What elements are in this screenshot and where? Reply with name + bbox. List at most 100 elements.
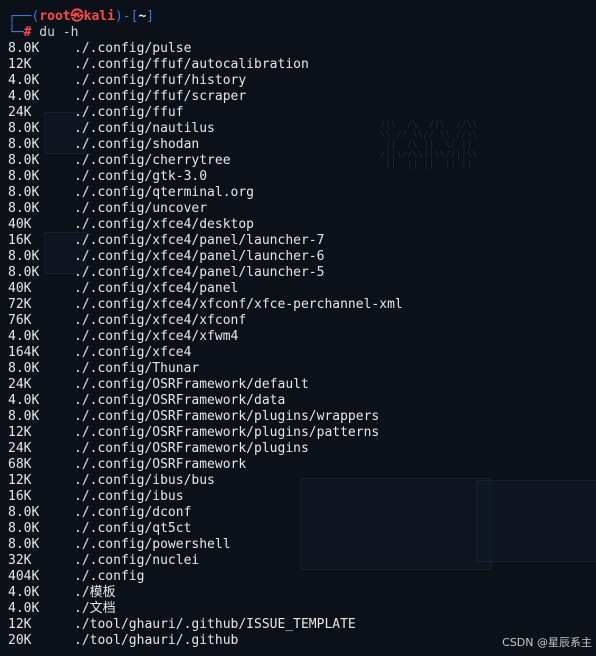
du-path: ./.config/OSRFramework/data bbox=[74, 393, 286, 408]
du-output-row: 76K ./.config/xfce4/xfconf bbox=[8, 313, 596, 329]
du-output-row: 4.0K ./.config/OSRFramework/data bbox=[8, 393, 596, 409]
du-output-row: 8.0K ./.config/cherrytree bbox=[8, 153, 596, 169]
prompt-corner: └─ bbox=[8, 25, 24, 40]
du-path: ./.config/ibus bbox=[74, 489, 184, 504]
du-output-row: 164K ./.config/xfce4 bbox=[8, 345, 596, 361]
du-path: ./.config/gtk-3.0 bbox=[74, 169, 208, 184]
du-size: 8.0K bbox=[8, 249, 40, 264]
du-path: ./.config/xfce4/xfconf/xfce-perchannel-x… bbox=[74, 297, 403, 312]
du-output-row: 12K ./tool/ghauri/.github/ISSUE_TEMPLATE bbox=[8, 617, 596, 633]
du-size: 8.0K bbox=[8, 153, 40, 168]
du-output-row: 8.0K ./.config/dconf bbox=[8, 505, 596, 521]
du-path: ./.config/xfce4/panel bbox=[74, 281, 239, 296]
du-path: ./.config/pulse bbox=[74, 41, 192, 56]
du-output-row: 4.0K ./.config/ffuf/scraper bbox=[8, 89, 596, 105]
du-path: ./.config/dconf bbox=[74, 505, 192, 520]
du-path: ./.config/Thunar bbox=[74, 361, 200, 376]
du-size: 8.0K bbox=[8, 265, 40, 280]
du-output-row: 40K ./.config/xfce4/panel bbox=[8, 281, 596, 297]
du-size: 40K bbox=[8, 217, 32, 232]
du-output-row: 12K ./.config/ibus/bus bbox=[8, 473, 596, 489]
du-output-row: 8.0K ./.config/nautilus bbox=[8, 121, 596, 137]
du-size: 24K bbox=[8, 105, 32, 120]
du-output-row: 40K ./.config/xfce4/desktop bbox=[8, 217, 596, 233]
du-path: ./.config/nuclei bbox=[74, 553, 200, 568]
du-path: ./.config/xfce4/panel/launcher-6 bbox=[74, 249, 325, 264]
du-size: 8.0K bbox=[8, 41, 40, 56]
command-text: du -h bbox=[31, 25, 79, 40]
du-path: ./.config/qt5ct bbox=[74, 521, 192, 536]
du-path: ./.config/xfce4/panel/launcher-5 bbox=[74, 265, 325, 280]
du-path: ./.config/xfce4/panel/launcher-7 bbox=[74, 233, 325, 248]
du-output-row: 8.0K ./.config/qterminal.org bbox=[8, 185, 596, 201]
du-size: 8.0K bbox=[8, 121, 40, 136]
command-line: └─# du -h bbox=[8, 25, 596, 41]
du-path: ./.config/xfce4 bbox=[74, 345, 192, 360]
du-output-row: 12K ./.config/ffuf/autocalibration bbox=[8, 57, 596, 73]
du-path: ./.config/ffuf/autocalibration bbox=[74, 57, 309, 72]
du-output-row: 8.0K ./.config/Thunar bbox=[8, 361, 596, 377]
du-output-row: 8.0K ./.config/pulse bbox=[8, 41, 596, 57]
du-path: ./.config/cherrytree bbox=[74, 153, 231, 168]
du-size: 76K bbox=[8, 313, 32, 328]
du-size: 404K bbox=[8, 569, 40, 584]
du-output-row: 8.0K ./.config/xfce4/panel/launcher-6 bbox=[8, 249, 596, 265]
du-output-row: 8.0K ./.config/uncover bbox=[8, 201, 596, 217]
du-size: 4.0K bbox=[8, 89, 40, 104]
du-path: ./.config/ibus/bus bbox=[74, 473, 215, 488]
du-path: ./.config bbox=[74, 569, 145, 584]
du-size: 32K bbox=[8, 553, 32, 568]
prompt-at-symbol: ㉿ bbox=[70, 9, 84, 24]
du-output-row: 8.0K ./.config/qt5ct bbox=[8, 521, 596, 537]
du-size: 164K bbox=[8, 345, 40, 360]
du-size: 8.0K bbox=[8, 537, 40, 552]
terminal-output: ┌──(root㉿kali)-[~] └─# du -h 8.0K ./.conf… bbox=[8, 9, 596, 649]
csdn-watermark: CSDN @星辰系主 bbox=[502, 636, 592, 649]
du-path: ./.config/OSRFramework/plugins/patterns bbox=[74, 425, 380, 440]
du-path: ./.config/OSRFramework/default bbox=[74, 377, 309, 392]
du-size: 8.0K bbox=[8, 505, 40, 520]
du-output-row: 4.0K ./.config/xfce4/xfwm4 bbox=[8, 329, 596, 345]
du-path: ./模板 bbox=[74, 585, 116, 600]
prompt-separator: )-[ bbox=[114, 9, 139, 24]
du-output-row: 24K ./.config/OSRFramework/default bbox=[8, 377, 596, 393]
du-size: 16K bbox=[8, 489, 32, 504]
du-size: 12K bbox=[8, 57, 32, 72]
du-path: ./文档 bbox=[74, 601, 116, 616]
du-output-row: 68K ./.config/OSRFramework bbox=[8, 457, 596, 473]
du-size: 4.0K bbox=[8, 329, 40, 344]
du-output-row: 24K ./.config/OSRFramework/plugins bbox=[8, 441, 596, 457]
du-path: ./.config/uncover bbox=[74, 201, 208, 216]
du-size: 8.0K bbox=[8, 185, 40, 200]
du-size: 4.0K bbox=[8, 585, 40, 600]
du-size: 4.0K bbox=[8, 601, 40, 616]
du-size: 8.0K bbox=[8, 137, 40, 152]
du-path: ./.config/powershell bbox=[74, 537, 231, 552]
du-path: ./.config/xfce4/xfconf bbox=[74, 313, 247, 328]
du-output-row: 8.0K ./.config/powershell bbox=[8, 537, 596, 553]
du-output-row: 12K ./.config/OSRFramework/plugins/patter… bbox=[8, 425, 596, 441]
prompt-user: root bbox=[39, 9, 71, 24]
du-size: 8.0K bbox=[8, 201, 40, 216]
du-path: ./.config/OSRFramework/plugins/wrappers bbox=[74, 409, 380, 424]
du-size: 16K bbox=[8, 233, 32, 248]
du-path: ./tool/ghauri/.github bbox=[74, 633, 239, 648]
du-size: 12K bbox=[8, 473, 32, 488]
du-size: 8.0K bbox=[8, 361, 40, 376]
du-output-row: 404K ./.config bbox=[8, 569, 596, 585]
du-path: ./.config/OSRFramework/plugins bbox=[74, 441, 309, 456]
du-path: ./.config/shodan bbox=[74, 137, 200, 152]
du-size: 8.0K bbox=[8, 521, 40, 536]
du-size: 68K bbox=[8, 457, 32, 472]
prompt-line: ┌──(root㉿kali)-[~] bbox=[8, 9, 596, 25]
du-size: 4.0K bbox=[8, 73, 40, 88]
du-output-row: 16K ./.config/ibus bbox=[8, 489, 596, 505]
du-output-row: 8.0K ./.config/xfce4/panel/launcher-5 bbox=[8, 265, 596, 281]
du-output-row: 32K ./.config/nuclei bbox=[8, 553, 596, 569]
du-size: 72K bbox=[8, 297, 32, 312]
du-output-row: 8.0K ./.config/shodan bbox=[8, 137, 596, 153]
du-output-row: 72K ./.config/xfce4/xfconf/xfce-perchanne… bbox=[8, 297, 596, 313]
du-output-row: 16K ./.config/xfce4/panel/launcher-7 bbox=[8, 233, 596, 249]
du-path: ./.config/ffuf/history bbox=[74, 73, 247, 88]
du-size: 20K bbox=[8, 633, 32, 648]
